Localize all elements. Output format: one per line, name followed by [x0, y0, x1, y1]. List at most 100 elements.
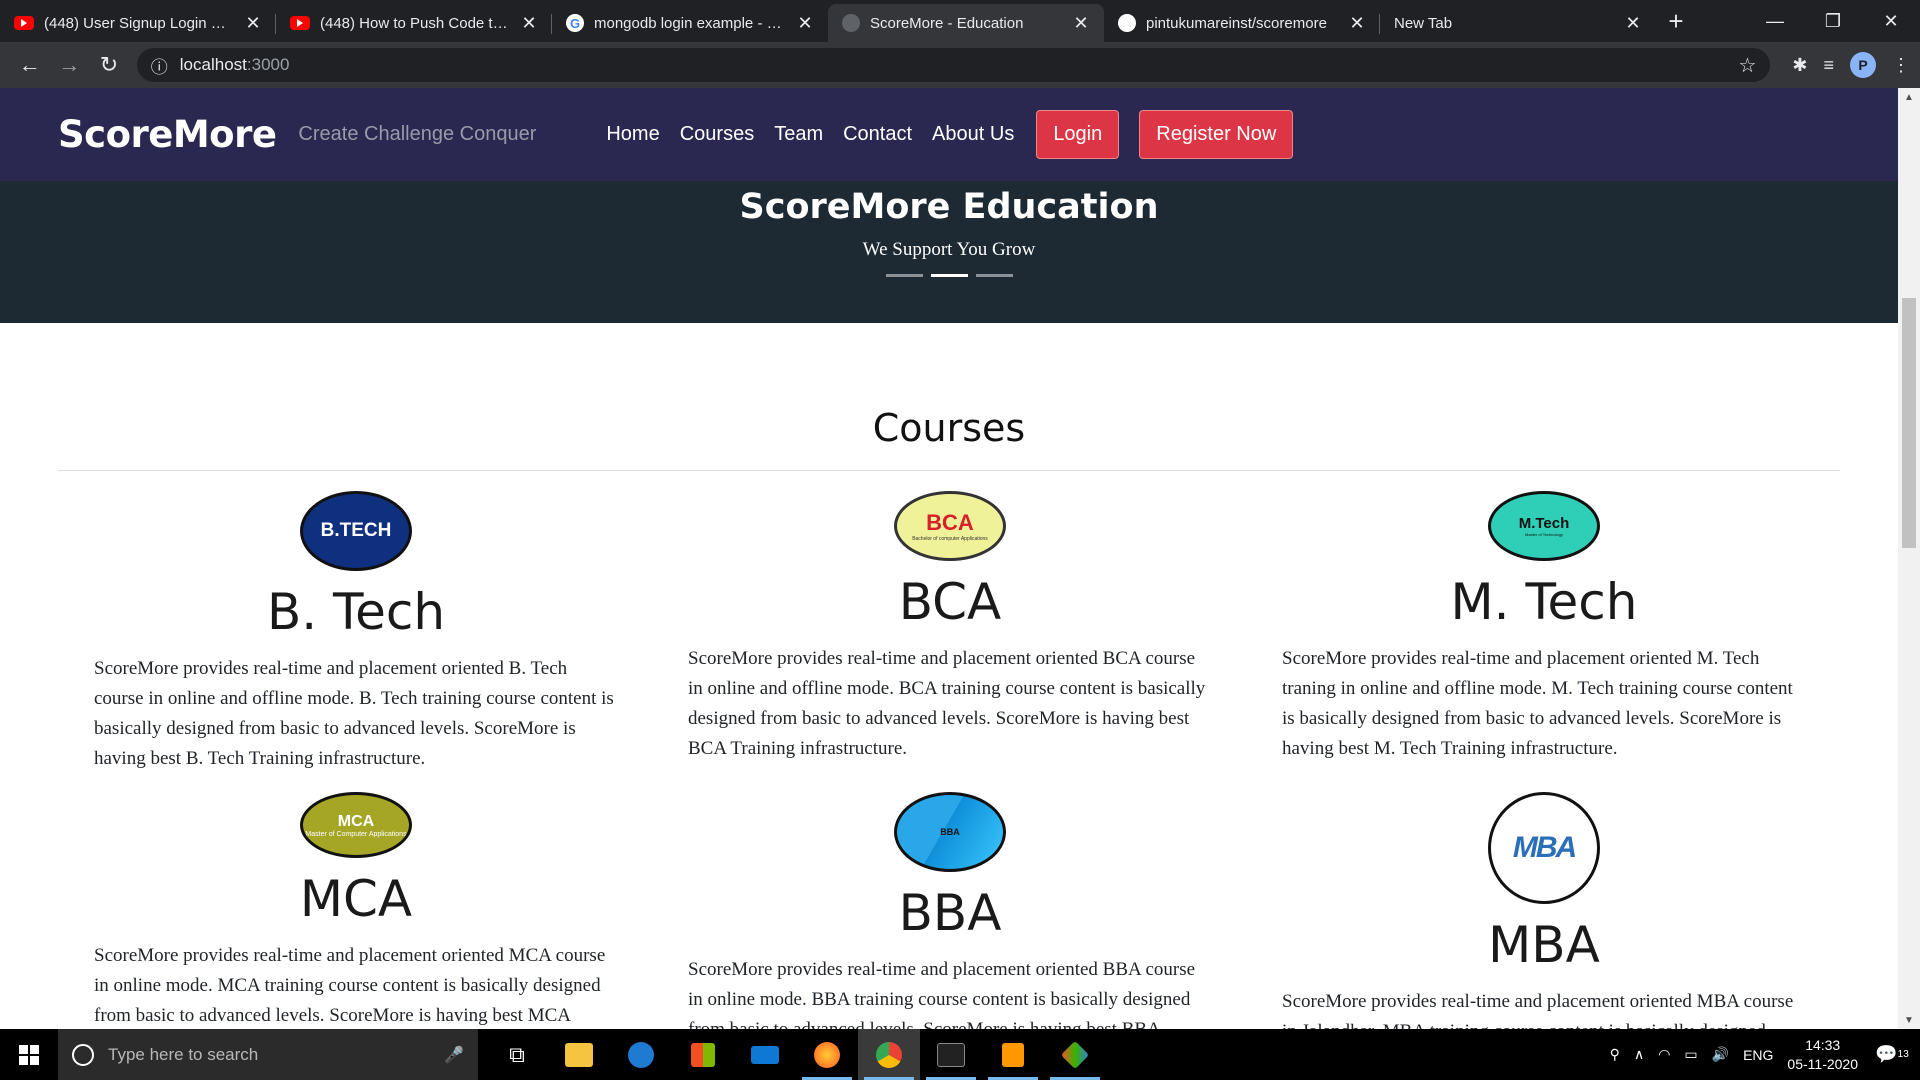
- url-host: localhost: [179, 55, 247, 74]
- course-card-mtech: M.Tech Master of Technology M. Tech Scor…: [1264, 491, 1824, 764]
- store-icon[interactable]: [672, 1029, 734, 1080]
- close-tab-icon[interactable]: ✕: [244, 13, 262, 34]
- profile-avatar[interactable]: P: [1850, 52, 1876, 78]
- back-icon[interactable]: ←: [10, 45, 50, 85]
- info-icon[interactable]: ⓘ: [151, 53, 168, 78]
- logo-subtext: Master of Computer Applications: [305, 830, 407, 838]
- close-tab-icon[interactable]: ✕: [1624, 13, 1642, 34]
- task-view-icon[interactable]: ⧉: [486, 1029, 548, 1080]
- btech-logo: B.TECH: [300, 491, 412, 571]
- browser-tab[interactable]: New Tab ✕: [1380, 4, 1656, 42]
- notification-icon[interactable]: 💬 13: [1872, 1029, 1912, 1080]
- course-name: MCA: [299, 870, 413, 928]
- browser-tab-active[interactable]: ScoreMore - Education ✕: [828, 4, 1104, 42]
- firefox-icon[interactable]: [796, 1029, 858, 1080]
- login-button[interactable]: Login: [1036, 110, 1120, 159]
- page-viewport: ScoreMore Create Challenge Conquer Home …: [0, 88, 1920, 1029]
- scrollbar-thumb[interactable]: [1902, 298, 1916, 548]
- sublime-text-icon[interactable]: [982, 1029, 1044, 1080]
- course-card-mca: MCA Master of Computer Applications MCA …: [76, 792, 636, 1029]
- terminal-icon[interactable]: [920, 1029, 982, 1080]
- file-explorer-icon[interactable]: [548, 1029, 610, 1080]
- browser-tab[interactable]: (448) User Signup Login Logout ✕: [0, 4, 276, 42]
- close-tab-icon[interactable]: ✕: [796, 13, 814, 34]
- course-name: M. Tech: [1450, 573, 1638, 631]
- hero-carousel: ScoreMore Education We Support You Grow: [0, 181, 1898, 323]
- scroll-up-icon[interactable]: ▲: [1898, 88, 1920, 106]
- tab-title: (448) User Signup Login Logout: [44, 14, 234, 32]
- close-tab-icon[interactable]: ✕: [1348, 13, 1366, 34]
- git-icon[interactable]: [1044, 1029, 1106, 1080]
- volume-icon[interactable]: 🔊: [1712, 1046, 1729, 1063]
- mtech-logo: M.Tech Master of Technology: [1488, 491, 1600, 561]
- carousel-indicators: [0, 274, 1898, 277]
- browser-tab[interactable]: pintukumareinst/scoremore ✕: [1104, 4, 1380, 42]
- minimize-icon[interactable]: —: [1746, 0, 1804, 42]
- language-indicator[interactable]: ENG: [1743, 1047, 1773, 1063]
- close-window-icon[interactable]: ✕: [1862, 0, 1920, 42]
- logo-text: B.TECH: [320, 520, 392, 541]
- globe-icon: [842, 14, 860, 32]
- people-icon[interactable]: ⚲: [1610, 1046, 1620, 1063]
- windows-taskbar: Type here to search 🎤 ⧉ ⚲ ∧ ◠ ▭ 🔊 ENG 14…: [0, 1029, 1920, 1080]
- tab-title: pintukumareinst/scoremore: [1146, 14, 1327, 32]
- bba-logo: BBA: [894, 792, 1006, 872]
- page-scrollbar[interactable]: ▲ ▼: [1898, 88, 1920, 1029]
- reload-icon[interactable]: ↻: [89, 45, 129, 85]
- chevron-up-icon[interactable]: ∧: [1634, 1046, 1644, 1063]
- extensions-icon[interactable]: ✱: [1792, 55, 1807, 76]
- nav-link-courses[interactable]: Courses: [680, 123, 754, 146]
- mca-logo: MCA Master of Computer Applications: [300, 792, 412, 858]
- notification-count: 13: [1897, 1049, 1909, 1060]
- close-tab-icon[interactable]: ✕: [520, 13, 538, 34]
- course-description: ScoreMore provides real-time and placeme…: [1282, 991, 1794, 1029]
- media-control-icon[interactable]: ≡: [1823, 55, 1834, 76]
- edge-icon[interactable]: [610, 1029, 672, 1080]
- github-icon: [1118, 14, 1136, 32]
- logo-subtext: Master of Technology: [1525, 532, 1563, 537]
- course-description: ScoreMore provides real-time and placeme…: [1282, 648, 1793, 759]
- course-card-mba: MBA MBA ScoreMore provides real-time and…: [1264, 792, 1824, 1029]
- register-button[interactable]: Register Now: [1139, 110, 1294, 159]
- mba-logo: MBA: [1488, 792, 1600, 904]
- microphone-icon[interactable]: 🎤: [444, 1045, 464, 1065]
- browser-toolbar: ← → ↻ ⓘ localhost:3000 ☆ ✱ ≡ P ⋮: [0, 42, 1920, 88]
- course-name: BCA: [898, 573, 1002, 631]
- clock[interactable]: 14:33 05-11-2020: [1787, 1036, 1858, 1074]
- forward-icon[interactable]: →: [50, 45, 90, 85]
- nav-link-team[interactable]: Team: [774, 123, 823, 146]
- nav-link-about[interactable]: About Us: [932, 123, 1014, 146]
- carousel-indicator[interactable]: [885, 274, 923, 277]
- battery-icon[interactable]: ▭: [1684, 1046, 1697, 1063]
- carousel-indicator[interactable]: [975, 274, 1013, 277]
- course-description: ScoreMore provides real-time and placeme…: [94, 945, 606, 1026]
- scroll-down-icon[interactable]: ▼: [1898, 1011, 1920, 1029]
- new-tab-button[interactable]: +: [1656, 6, 1696, 37]
- menu-kebab-icon[interactable]: ⋮: [1892, 55, 1910, 76]
- window-controls: — ❐ ✕: [1746, 0, 1920, 42]
- nav-link-contact[interactable]: Contact: [843, 123, 912, 146]
- nav-link-home[interactable]: Home: [606, 123, 659, 146]
- brand-tagline: Create Challenge Conquer: [298, 123, 537, 145]
- mail-icon[interactable]: [734, 1029, 796, 1080]
- taskbar-search[interactable]: Type here to search 🎤: [58, 1029, 478, 1080]
- site-navbar: ScoreMore Create Challenge Conquer Home …: [0, 88, 1898, 181]
- close-tab-icon[interactable]: ✕: [1072, 13, 1090, 34]
- brand-logo[interactable]: ScoreMore: [58, 113, 277, 156]
- course-name: MBA: [1488, 916, 1600, 974]
- wifi-icon[interactable]: ◠: [1658, 1046, 1670, 1063]
- course-card-bca: BCA Bachelor of computer Applications BC…: [670, 491, 1230, 764]
- windows-icon: [19, 1044, 39, 1065]
- browser-tab[interactable]: G mongodb login example - Google ✕: [552, 4, 828, 42]
- course-description: ScoreMore provides real-time and placeme…: [688, 959, 1196, 1029]
- start-button[interactable]: [0, 1029, 58, 1080]
- section-divider: [58, 470, 1840, 471]
- restore-icon[interactable]: ❐: [1804, 0, 1862, 42]
- chrome-icon[interactable]: [858, 1029, 920, 1080]
- carousel-indicator-active[interactable]: [930, 274, 968, 277]
- bookmark-star-icon[interactable]: ☆: [1738, 53, 1756, 78]
- course-description: ScoreMore provides real-time and placeme…: [688, 648, 1206, 759]
- address-bar[interactable]: ⓘ localhost:3000 ☆: [136, 48, 1771, 82]
- browser-tab[interactable]: (448) How to Push Code to GitHub ✕: [276, 4, 552, 42]
- clock-time: 14:33: [1805, 1036, 1841, 1053]
